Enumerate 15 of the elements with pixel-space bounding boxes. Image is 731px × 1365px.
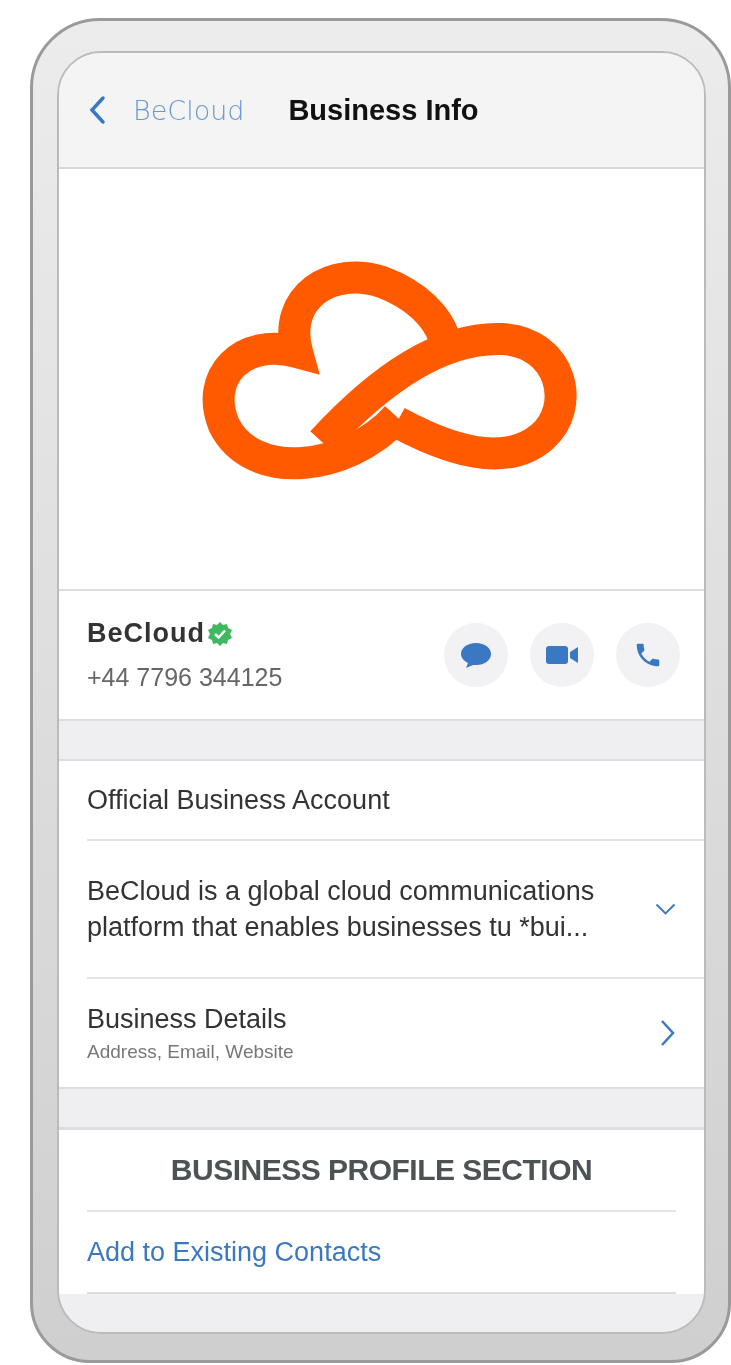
account-type-label: Official Business Account (87, 784, 390, 816)
business-description: BeCloud is a global cloud communications platform that enables businesses tu *bui... (87, 875, 596, 944)
chevron-right-icon (658, 1018, 676, 1048)
add-to-contacts-link[interactable]: Add to Existing Contacts (87, 1236, 382, 1268)
details-subtitle: Address, Email, Website (87, 1040, 294, 1063)
screen-title: Business Info (288, 93, 479, 127)
business-details-row[interactable]: Business Details Address, Email, Website (87, 979, 704, 1087)
back-chevron-icon (87, 95, 107, 125)
video-camera-icon (545, 643, 579, 667)
section-heading: BUSINESS PROFILE SECTION (170, 1153, 593, 1187)
speech-bubble-icon (459, 640, 493, 670)
details-title: Business Details (87, 1003, 288, 1035)
back-button[interactable]: BeCloud (87, 94, 245, 126)
contact-name: BeCloud (87, 618, 205, 649)
phone-number: +44 7796 344125 (87, 663, 283, 692)
